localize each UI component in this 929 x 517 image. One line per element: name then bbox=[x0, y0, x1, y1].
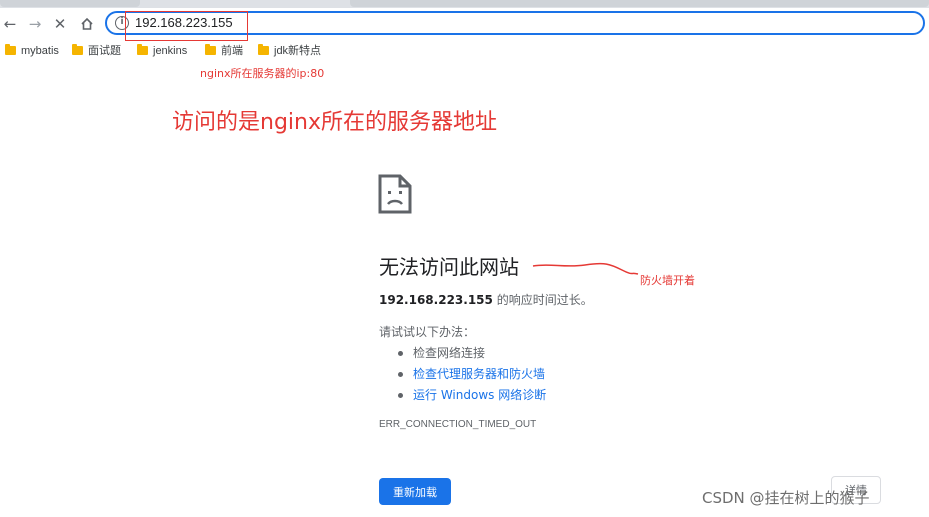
sad-page-icon bbox=[378, 174, 412, 214]
error-title: 无法访问此网站 bbox=[379, 255, 519, 279]
folder-icon bbox=[72, 44, 83, 55]
try-label: 请试试以下办法： bbox=[379, 325, 476, 339]
watermark: CSDN @挂在树上的猴子 bbox=[702, 489, 870, 507]
annotation-nginx-ip: nginx所在服务器的ip:80 bbox=[200, 67, 325, 80]
bookmark-jenkins[interactable]: jenkins bbox=[137, 43, 187, 59]
annotation-nginx-address: 访问的是nginx所在的服务器地址 bbox=[172, 110, 497, 135]
forward-arrow-icon[interactable]: → bbox=[25, 14, 45, 34]
error-description: 192.168.223.155 的响应时间过长。 bbox=[379, 291, 593, 308]
folder-icon bbox=[258, 44, 269, 55]
bookmarks-bar: mybatis 面试题 jenkins 前端 jdk新特点 bbox=[0, 40, 929, 62]
url-highlight-box bbox=[125, 11, 248, 41]
suggestion-list: 检查网络连接 检查代理服务器和防火墙 运行 Windows 网络诊断 bbox=[398, 343, 546, 406]
suggestion-check-proxy-link[interactable]: 检查代理服务器和防火墙 bbox=[398, 364, 546, 385]
bookmark-mybatis[interactable]: mybatis bbox=[5, 43, 59, 59]
close-icon[interactable]: ✕ bbox=[50, 14, 70, 34]
folder-icon bbox=[205, 44, 216, 55]
suggestion-run-diagnostics-link[interactable]: 运行 Windows 网络诊断 bbox=[398, 385, 546, 406]
error-desc-suffix: 的响应时间过长。 bbox=[492, 293, 593, 307]
home-icon[interactable] bbox=[77, 14, 97, 34]
tab-strip bbox=[0, 0, 929, 8]
browser-tab[interactable] bbox=[350, 0, 929, 7]
bookmark-jdk[interactable]: jdk新特点 bbox=[258, 43, 321, 59]
annotation-firewall: 防火墙开着 bbox=[640, 274, 695, 287]
suggestion-check-network: 检查网络连接 bbox=[398, 343, 546, 364]
bookmark-interview[interactable]: 面试题 bbox=[72, 43, 121, 59]
bookmark-frontend[interactable]: 前端 bbox=[205, 43, 243, 59]
reload-button[interactable]: 重新加载 bbox=[379, 478, 451, 505]
error-host: 192.168.223.155 bbox=[379, 293, 493, 307]
back-arrow-icon[interactable]: ← bbox=[0, 14, 20, 34]
folder-icon bbox=[5, 44, 16, 55]
browser-tab[interactable] bbox=[0, 0, 140, 7]
annotation-underline bbox=[532, 262, 639, 275]
folder-icon bbox=[137, 44, 148, 55]
error-code: ERR_CONNECTION_TIMED_OUT bbox=[379, 419, 537, 430]
